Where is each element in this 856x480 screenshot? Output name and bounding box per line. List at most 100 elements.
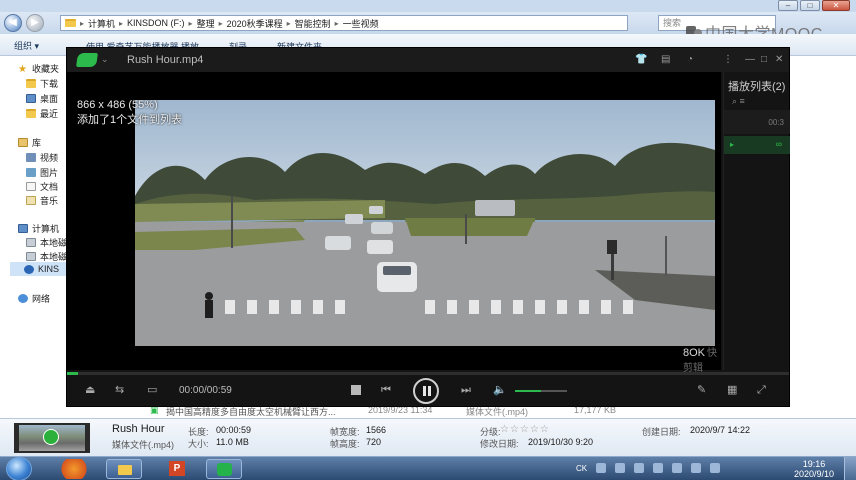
input-method-indicator[interactable]: CK xyxy=(576,464,587,473)
osd-message: 添加了1个文件到列表 xyxy=(77,114,183,126)
details-frame-width: 1566 xyxy=(366,425,387,435)
chevron-down-icon[interactable]: ⌄ xyxy=(101,54,109,65)
rating-stars[interactable]: ☆☆☆☆☆ xyxy=(500,424,550,435)
video-area[interactable]: 866 x 486 (55%) 添加了1个文件到列表 8OK 快剪辑 xyxy=(67,72,721,374)
watermark-logo-text: 8OK xyxy=(683,347,706,359)
explorer-window-controls: – □ ✕ xyxy=(778,0,850,11)
tray-app-icon[interactable] xyxy=(653,463,664,473)
nav-kinsdon-drive[interactable]: KINS xyxy=(10,262,70,276)
maximize-icon[interactable]: □ xyxy=(761,54,767,66)
system-tray: CK xyxy=(576,463,721,473)
tray-app-icon[interactable] xyxy=(596,463,607,473)
volume-fill xyxy=(515,390,541,392)
back-button[interactable]: ◀ xyxy=(4,14,22,32)
disk-icon xyxy=(26,238,36,247)
nav-recent[interactable]: 最近 xyxy=(26,107,58,120)
documents-library-icon xyxy=(26,182,36,191)
disk-icon xyxy=(26,252,36,261)
search-icon[interactable]: ⌕ ≡ xyxy=(732,96,745,107)
screen-icon[interactable]: ▭ xyxy=(147,383,157,397)
breadcrumb-folder-3[interactable]: 智能控制 xyxy=(295,17,331,30)
volume-tray-icon[interactable] xyxy=(710,463,721,473)
breadcrumb-folder-4[interactable]: 一些视频 xyxy=(343,17,379,30)
player-controls: ⏏ ⇆ ▭ 00:00/00:59 ⏮ ⏭ 🔈 ✎ ▦ ⤢ xyxy=(67,376,789,406)
nav-computer[interactable]: 计算机 xyxy=(18,222,59,235)
close-icon[interactable]: ✕ xyxy=(775,54,783,66)
breadcrumb-folder-2[interactable]: 2020秋季课程 xyxy=(227,17,283,30)
music-library-icon xyxy=(26,196,36,205)
loop-icon[interactable]: ⇆ xyxy=(115,383,124,397)
fullscreen-icon[interactable]: ⤢ xyxy=(757,383,766,397)
details-pane: Rush Hour 媒体文件(.mp4) 长度: 00:00:59 大小: 11… xyxy=(0,418,856,456)
player-taskbar-icon[interactable] xyxy=(206,459,242,479)
volume-icon[interactable]: 🔈 xyxy=(493,383,507,397)
next-button[interactable]: ⏭ xyxy=(461,383,471,397)
skin-icon[interactable]: 👕 xyxy=(635,54,647,66)
flag-icon[interactable] xyxy=(672,463,683,473)
previous-button[interactable]: ⏮ xyxy=(381,383,391,397)
video-scene xyxy=(135,100,715,346)
video-watermark: 8OK 快剪辑 xyxy=(683,344,721,374)
nav-videos[interactable]: 视频 xyxy=(26,151,58,164)
time-display: 00:00/00:59 xyxy=(179,385,232,396)
nav-music[interactable]: 音乐 xyxy=(26,194,58,207)
minimize-icon[interactable]: — xyxy=(745,54,755,66)
message-icon[interactable]: ▤ xyxy=(661,54,670,66)
maximize-button[interactable]: □ xyxy=(800,0,820,11)
nav-documents[interactable]: 文档 xyxy=(26,180,58,193)
nav-favorites[interactable]: ★ 收藏夹 xyxy=(18,62,59,75)
details-created: 2020/9/7 14:22 xyxy=(690,425,751,435)
osd-overlay: 866 x 486 (55%) 添加了1个文件到列表 xyxy=(77,98,182,128)
breadcrumb-drive[interactable]: KINSDON (F:) xyxy=(127,18,185,28)
pause-button[interactable] xyxy=(413,378,439,404)
show-desktop-button[interactable] xyxy=(844,457,856,480)
help-icon[interactable] xyxy=(615,463,626,473)
folder-icon xyxy=(65,19,76,27)
explorer-taskbar-icon[interactable] xyxy=(106,459,142,479)
player-title: Rush Hour.mp4 xyxy=(127,54,204,66)
network-tray-icon[interactable] xyxy=(691,463,702,473)
firefox-taskbar-icon[interactable] xyxy=(56,459,92,479)
close-button[interactable]: ✕ xyxy=(822,0,850,11)
navigation-pane: ★ 收藏夹 下载 桌面 最近 库 视频 图片 文档 音乐 计算机 本地磁 本地磁 … xyxy=(0,56,70,416)
nav-libraries[interactable]: 库 xyxy=(18,136,41,149)
nav-downloads[interactable]: 下载 xyxy=(26,77,58,90)
grid-icon[interactable]: ▦ xyxy=(727,383,737,397)
forward-button[interactable]: ▶ xyxy=(26,14,44,32)
address-bar[interactable]: ▸ 计算机 ▸ KINSDON (F:) ▸ 整理 ▸ 2020秋季课程 ▸ 智… xyxy=(60,15,628,31)
thumbnail-player-icon xyxy=(43,429,59,445)
playlist-panel: 播放列表(2) ⌕ ≡ 00:3 ▸ ∞ xyxy=(723,72,790,370)
usb-drive-icon xyxy=(24,264,34,274)
details-frame-height-label: 帧高度: xyxy=(330,439,360,449)
nav-local-disk-c[interactable]: 本地磁 xyxy=(26,236,67,249)
stop-button[interactable] xyxy=(351,385,361,395)
player-logo-icon[interactable] xyxy=(76,53,98,67)
details-modified: 2019/10/30 9:20 xyxy=(528,437,594,447)
keyboard-icon[interactable] xyxy=(634,463,645,473)
screenshot-icon[interactable]: ✎ xyxy=(697,383,706,397)
playlist-item[interactable]: 00:3 xyxy=(724,110,790,134)
breadcrumb-folder-1[interactable]: 整理 xyxy=(197,17,215,30)
explorer-title-bar: – □ ✕ xyxy=(0,0,856,12)
eject-icon[interactable]: ⏏ xyxy=(85,383,95,397)
progress-bar[interactable] xyxy=(67,372,789,375)
volume-slider[interactable] xyxy=(515,390,567,392)
nav-pictures[interactable]: 图片 xyxy=(26,166,58,179)
osd-resolution: 866 x 486 (55%) xyxy=(77,99,158,111)
organize-menu[interactable]: 组织 ▾ xyxy=(14,39,39,52)
playlist-title[interactable]: 播放列表(2) xyxy=(728,78,785,94)
history-icon[interactable]: ◔ xyxy=(687,54,693,66)
minimize-button[interactable]: – xyxy=(778,0,798,11)
breadcrumb-computer[interactable]: 计算机 xyxy=(88,17,115,30)
menu-icon[interactable]: ⋮ xyxy=(723,54,733,66)
nav-desktop[interactable]: 桌面 xyxy=(26,92,58,105)
link-icon[interactable]: ∞ xyxy=(776,139,782,149)
computer-icon xyxy=(18,224,28,233)
playlist-item-active[interactable]: ▸ ∞ xyxy=(724,136,790,154)
video-frame[interactable] xyxy=(135,100,715,346)
network-icon xyxy=(18,294,28,303)
start-button[interactable] xyxy=(6,457,32,480)
powerpoint-taskbar-icon[interactable] xyxy=(160,459,196,479)
clock[interactable]: 19:16 2020/9/10 xyxy=(794,459,834,479)
nav-network[interactable]: 网络 xyxy=(18,292,50,305)
